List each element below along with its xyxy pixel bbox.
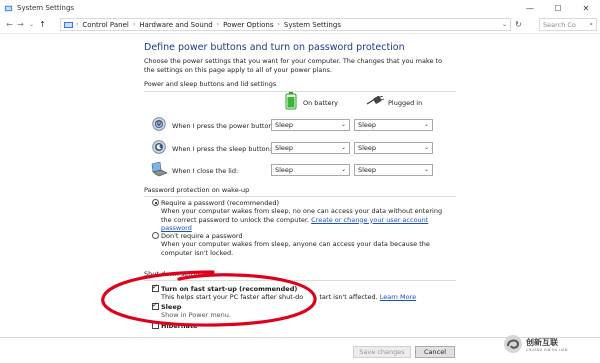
select-value: Sleep bbox=[358, 166, 377, 174]
select-value: Sleep bbox=[275, 166, 294, 174]
power-section-title: Power and sleep buttons and lid settings bbox=[144, 80, 277, 88]
chevron-down-icon: ⌄ bbox=[340, 166, 346, 173]
password-section-title: Password protection on wake-up bbox=[144, 186, 250, 194]
no-password-description: When your computer wakes from sleep, any… bbox=[161, 240, 430, 257]
chevron-right-icon: › bbox=[216, 21, 220, 28]
search-input[interactable]: Search Co ⌕ bbox=[539, 18, 597, 31]
sleep-button-label: When I press the sleep button: bbox=[172, 145, 272, 153]
refresh-icon[interactable]: ↻ bbox=[515, 20, 522, 29]
maximize-button[interactable]: ☐ bbox=[544, 0, 572, 16]
column-header-plugged: Plugged in bbox=[388, 99, 423, 107]
page-title: Define power buttons and turn on passwor… bbox=[144, 42, 405, 53]
divider bbox=[144, 196, 456, 197]
watermark-text: 创新互联 bbox=[526, 337, 558, 347]
column-header-battery: On battery bbox=[303, 99, 339, 107]
chevron-right-icon: › bbox=[132, 21, 136, 28]
save-changes-button[interactable]: Save changes bbox=[353, 346, 411, 358]
recent-chevron-icon[interactable]: ⌄ bbox=[26, 21, 37, 28]
chevron-down-icon: ⌄ bbox=[423, 166, 429, 173]
no-password-label[interactable]: Don't require a password bbox=[161, 232, 243, 240]
require-password-radio[interactable] bbox=[152, 199, 159, 206]
chevron-down-icon: ⌄ bbox=[340, 121, 346, 128]
window-title: System Settings bbox=[17, 4, 75, 12]
battery-icon bbox=[285, 92, 297, 110]
control-panel-icon bbox=[64, 21, 73, 28]
address-bar: ← → ⌄ ↑ › Control Panel › Hardware and S… bbox=[0, 16, 600, 34]
chevron-down-icon[interactable]: ⌄ bbox=[502, 21, 507, 28]
page-description: Choose the power settings that you want … bbox=[144, 57, 443, 74]
fast-startup-text-b: tart isn't affected. bbox=[319, 293, 378, 301]
select-value: Sleep bbox=[358, 144, 377, 152]
annotation-ellipse bbox=[101, 270, 317, 327]
main-content: Define power buttons and turn on passwor… bbox=[144, 42, 456, 75]
select-value: Sleep bbox=[275, 144, 294, 152]
power-button-icon bbox=[152, 117, 166, 131]
breadcrumb-item[interactable]: Power Options bbox=[223, 21, 273, 29]
search-icon: ⌕ bbox=[589, 20, 593, 28]
breadcrumb-item[interactable]: System Settings bbox=[284, 21, 341, 29]
control-panel-icon bbox=[4, 5, 13, 11]
title-bar: System Settings — ☐ ✕ bbox=[0, 0, 600, 16]
brand-logo-icon bbox=[504, 335, 522, 353]
power-button-label: When I press the power button: bbox=[172, 122, 275, 130]
divider bbox=[144, 91, 456, 92]
learn-more-link[interactable]: Learn More bbox=[380, 293, 416, 301]
back-arrow-icon[interactable]: ← bbox=[4, 20, 15, 29]
close-lid-battery-select[interactable]: Sleep ⌄ bbox=[271, 164, 350, 176]
sleep-button-plugged-select[interactable]: Sleep ⌄ bbox=[354, 142, 433, 154]
chevron-right-icon: › bbox=[76, 21, 79, 28]
chevron-down-icon: ⌄ bbox=[423, 121, 429, 128]
up-arrow-icon[interactable]: ↑ bbox=[37, 20, 48, 29]
chevron-down-icon: ⌄ bbox=[423, 144, 429, 151]
forward-arrow-icon[interactable]: → bbox=[15, 20, 26, 29]
require-password-description: When your computer wakes from sleep, no … bbox=[161, 207, 446, 233]
power-button-battery-select[interactable]: Sleep ⌄ bbox=[271, 119, 350, 131]
breadcrumb[interactable]: › Control Panel › Hardware and Sound › P… bbox=[60, 18, 511, 31]
require-password-label[interactable]: Require a password (recommended) bbox=[161, 199, 279, 207]
watermark-subtext: CHUANG XIN HU LIAN bbox=[526, 347, 568, 352]
watermark-logo: 创新互联 CHUANG XIN HU LIAN bbox=[503, 330, 595, 358]
breadcrumb-item[interactable]: Control Panel bbox=[82, 21, 128, 29]
select-value: Sleep bbox=[275, 121, 294, 129]
power-button-plugged-select[interactable]: Sleep ⌄ bbox=[354, 119, 433, 131]
plug-icon bbox=[366, 96, 384, 105]
chevron-down-icon: ⌄ bbox=[340, 144, 346, 151]
close-lid-plugged-select[interactable]: Sleep ⌄ bbox=[354, 164, 433, 176]
sleep-button-icon bbox=[152, 140, 166, 154]
close-lid-label: When I close the lid: bbox=[172, 167, 239, 175]
cancel-button[interactable]: Cancel bbox=[415, 346, 455, 358]
minimize-button[interactable]: — bbox=[516, 0, 544, 16]
chevron-right-icon: › bbox=[277, 21, 280, 28]
sleep-button-battery-select[interactable]: Sleep ⌄ bbox=[271, 142, 350, 154]
select-value: Sleep bbox=[358, 121, 377, 129]
laptop-lid-icon bbox=[151, 162, 168, 177]
close-button[interactable]: ✕ bbox=[572, 0, 600, 16]
search-placeholder: Search Co bbox=[543, 20, 576, 29]
no-password-radio[interactable] bbox=[152, 232, 159, 239]
breadcrumb-item[interactable]: Hardware and Sound bbox=[139, 21, 212, 29]
